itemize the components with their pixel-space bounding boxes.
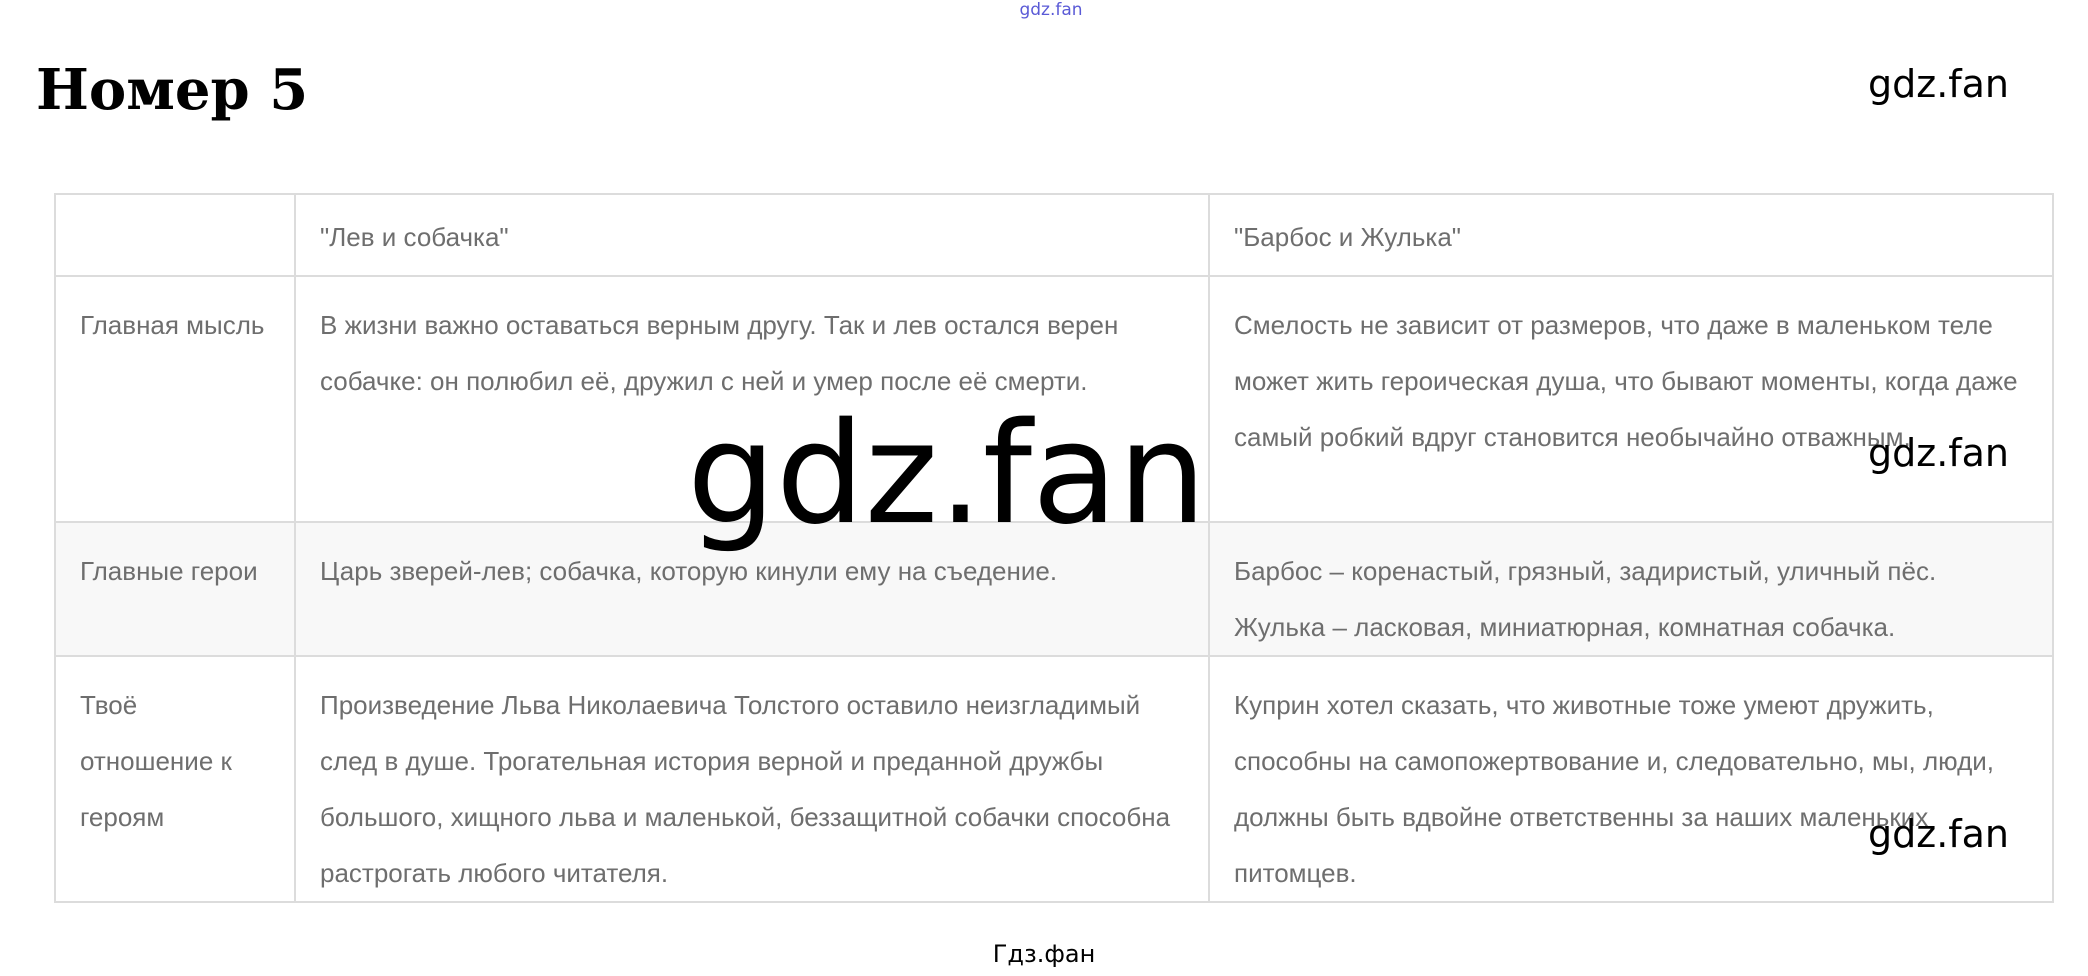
table-cell: Барбос – коренастый, грязный, задиристый… (1208, 521, 2054, 657)
row-label: Твоё отношение к героям (54, 655, 296, 903)
header-cell-lev: "Лев и собачка" (294, 193, 1210, 277)
watermark-right-bottom: gdz.fan (1868, 812, 2010, 856)
table-cell: Куприн хотел сказать, что животные тоже … (1208, 655, 2054, 903)
table-row: Твоё отношение к героям Произведение Льв… (54, 655, 2054, 903)
top-watermark: gdz.fan (1019, 0, 1083, 20)
image-caption: Гдз.фан (992, 940, 1096, 968)
row-label: Главная мысль (54, 275, 296, 523)
watermark-center-large: gdz.fan (687, 393, 1207, 556)
watermark-right-middle: gdz.fan (1868, 431, 2010, 475)
row-label: Главные герои (54, 521, 296, 657)
header-cell-empty (54, 193, 296, 277)
page-title: Номер 5 (36, 57, 309, 123)
table-cell: Смелость не зависит от размеров, что даж… (1208, 275, 2054, 523)
watermark-top-right: gdz.fan (1868, 62, 2010, 106)
table-cell: Произведение Льва Николаевича Толстого о… (294, 655, 1210, 903)
header-cell-barbos: "Барбос и Жулька" (1208, 193, 2054, 277)
table-header-row: "Лев и собачка" "Барбос и Жулька" (54, 193, 2054, 277)
